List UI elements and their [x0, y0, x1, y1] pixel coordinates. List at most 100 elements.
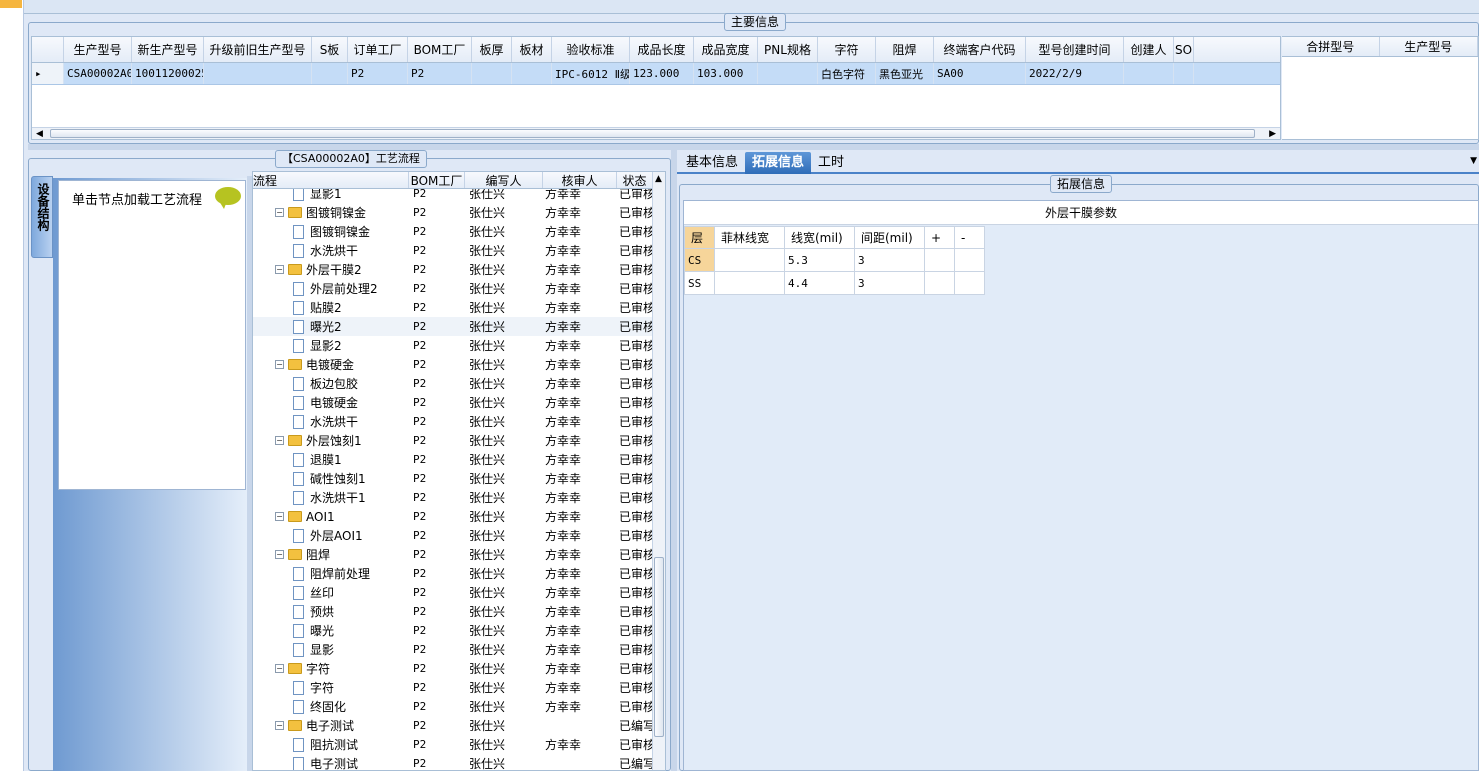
collapse-icon[interactable]: − [275, 550, 284, 559]
col-header[interactable]: SO [1174, 37, 1194, 62]
param-cell[interactable] [714, 271, 785, 295]
col-header[interactable]: 阻焊 [876, 37, 934, 62]
table-row[interactable]: ▸CSA00002A010011200025233 P2P2 IPC-6012 Ⅱ级… [32, 63, 1280, 85]
col-header[interactable]: 升级前旧生产型号 [204, 37, 312, 62]
table-cell[interactable]: 白色字符 [818, 63, 876, 84]
tree-row[interactable]: − 字符 P2 张仕兴 方幸幸 已审核 [253, 659, 653, 678]
tree-row[interactable]: − 电子测试 P2 张仕兴 已编写 [253, 716, 653, 735]
param-cell[interactable] [924, 248, 955, 272]
collapse-icon[interactable]: − [275, 436, 284, 445]
tree-row[interactable]: 阻抗测试 P2 张仕兴 方幸幸 已审核 [253, 735, 653, 754]
tab-0[interactable]: 基本信息 [679, 152, 745, 174]
col-header[interactable]: 板材 [512, 37, 552, 62]
col-header[interactable]: 新生产型号 [132, 37, 204, 62]
col-header[interactable]: 成品长度 [630, 37, 694, 62]
param-cell[interactable]: SS [684, 271, 715, 295]
tree-row[interactable]: 显影2 P2 张仕兴 方幸幸 已审核 [253, 336, 653, 355]
tree-row[interactable]: 水洗烘干1 P2 张仕兴 方幸幸 已审核 [253, 488, 653, 507]
vscroll-thumb[interactable] [654, 557, 664, 737]
tree-row[interactable]: 电镀硬金 P2 张仕兴 方幸幸 已审核 [253, 393, 653, 412]
row-selector-icon[interactable]: ▸ [32, 63, 64, 84]
table-cell[interactable]: P2 [408, 63, 472, 84]
tree-row[interactable]: − 外层蚀刻1 P2 张仕兴 方幸幸 已审核 [253, 431, 653, 450]
tree-row[interactable]: − 电镀硬金 P2 张仕兴 方幸幸 已审核 [253, 355, 653, 374]
tree-row[interactable]: 终固化 P2 张仕兴 方幸幸 已审核 [253, 697, 653, 716]
tree-row[interactable]: 外层前处理2 P2 张仕兴 方幸幸 已审核 [253, 279, 653, 298]
process-col-header[interactable]: BOM工厂 [409, 172, 465, 188]
col-header[interactable]: 成品宽度 [694, 37, 758, 62]
tree-row[interactable]: 阻焊前处理 P2 张仕兴 方幸幸 已审核 [253, 564, 653, 583]
param-cell[interactable] [954, 248, 985, 272]
process-col-header[interactable]: 流程 [253, 172, 409, 188]
tree-row[interactable]: 显影1 P2 张仕兴 方幸幸 已审核 [253, 189, 653, 203]
col-header[interactable]: 终端客户代码 [934, 37, 1026, 62]
table-cell[interactable] [758, 63, 818, 84]
process-col-header[interactable]: 核审人 [543, 172, 617, 188]
param-cell[interactable] [924, 271, 955, 295]
col-header[interactable]: 订单工厂 [348, 37, 408, 62]
tree-row[interactable]: − AOI1 P2 张仕兴 方幸幸 已审核 [253, 507, 653, 526]
table-cell[interactable]: P2 [348, 63, 408, 84]
col-header[interactable]: 型号创建时间 [1026, 37, 1124, 62]
param-cell[interactable] [954, 271, 985, 295]
col-header[interactable]: S板 [312, 37, 348, 62]
param-cell[interactable]: 5.3 [784, 248, 855, 272]
param-cell[interactable]: 3 [854, 271, 925, 295]
col-prod-model[interactable]: 生产型号 [1380, 37, 1478, 56]
collapse-icon[interactable]: − [275, 664, 284, 673]
vertical-splitter[interactable] [671, 150, 677, 771]
tree-row[interactable]: 曝光2 P2 张仕兴 方幸幸 已审核 [253, 317, 653, 336]
tree-row[interactable]: − 图镀铜镍金 P2 张仕兴 方幸幸 已审核 [253, 203, 653, 222]
tree-row[interactable]: 电子测试 P2 张仕兴 已编写 [253, 754, 653, 770]
tree-row[interactable]: 显影 P2 张仕兴 方幸幸 已审核 [253, 640, 653, 659]
equipment-tree[interactable]: 单击节点加载工艺流程 [58, 180, 246, 490]
tree-row[interactable]: 曝光 P2 张仕兴 方幸幸 已审核 [253, 621, 653, 640]
table-cell[interactable]: CSA00002A0 [64, 63, 132, 84]
collapse-icon[interactable]: − [275, 265, 284, 274]
col-header[interactable]: 字符 [818, 37, 876, 62]
table-cell[interactable]: 黑色亚光 [876, 63, 934, 84]
table-cell[interactable]: IPC-6012 Ⅱ级 [552, 63, 630, 84]
collapse-icon[interactable]: − [275, 721, 284, 730]
process-col-header[interactable]: 状态 [617, 172, 653, 188]
col-header[interactable]: PNL规格 [758, 37, 818, 62]
tree-row[interactable]: 字符 P2 张仕兴 方幸幸 已审核 [253, 678, 653, 697]
collapse-icon[interactable]: − [275, 360, 284, 369]
tree-row[interactable]: 外层AOI1 P2 张仕兴 方幸幸 已审核 [253, 526, 653, 545]
col-header[interactable]: 板厚 [472, 37, 512, 62]
param-cell[interactable]: 3 [854, 248, 925, 272]
tree-row[interactable]: 预烘 P2 张仕兴 方幸幸 已审核 [253, 602, 653, 621]
tree-row[interactable]: − 外层干膜2 P2 张仕兴 方幸幸 已审核 [253, 260, 653, 279]
table-cell[interactable] [204, 63, 312, 84]
table-cell[interactable]: 10011200025233 [132, 63, 204, 84]
table-cell[interactable]: 123.000 [630, 63, 694, 84]
tree-row[interactable]: − 阻焊 P2 张仕兴 方幸幸 已审核 [253, 545, 653, 564]
tree-row[interactable]: 图镀铜镍金 P2 张仕兴 方幸幸 已审核 [253, 222, 653, 241]
table-cell[interactable]: 2022/2/9 [1026, 63, 1124, 84]
param-cell[interactable]: CS [684, 248, 715, 272]
tree-row[interactable]: 丝印 P2 张仕兴 方幸幸 已审核 [253, 583, 653, 602]
param-col-header[interactable]: 线宽(mil) [784, 226, 855, 249]
table-cell[interactable] [512, 63, 552, 84]
table-cell[interactable]: SA00 [934, 63, 1026, 84]
hscroll-thumb[interactable] [50, 129, 1255, 138]
tab-1[interactable]: 拓展信息 [745, 152, 812, 174]
process-vscrollbar[interactable]: ▲ [652, 172, 665, 770]
tree-row[interactable]: 退膜1 P2 张仕兴 方幸幸 已审核 [253, 450, 653, 469]
param-col-header[interactable]: 菲林线宽 [714, 226, 785, 249]
collapse-icon[interactable]: − [275, 208, 284, 217]
table-cell[interactable] [312, 63, 348, 84]
tab-menu-icon[interactable]: ▼ [1470, 156, 1477, 166]
table-cell[interactable] [1124, 63, 1174, 84]
param-cell[interactable]: 4.4 [784, 271, 855, 295]
table-cell[interactable] [472, 63, 512, 84]
param-col-header[interactable]: + [924, 226, 955, 249]
table-cell[interactable] [1174, 63, 1194, 84]
scroll-right-icon[interactable]: ▶ [1269, 128, 1276, 140]
tree-row[interactable]: 水洗烘干 P2 张仕兴 方幸幸 已审核 [253, 241, 653, 260]
process-col-header[interactable]: 编写人 [465, 172, 543, 188]
col-header[interactable]: 验收标准 [552, 37, 630, 62]
col-header[interactable]: 生产型号 [64, 37, 132, 62]
table-cell[interactable]: 103.000 [694, 63, 758, 84]
param-col-header[interactable]: - [954, 226, 985, 249]
